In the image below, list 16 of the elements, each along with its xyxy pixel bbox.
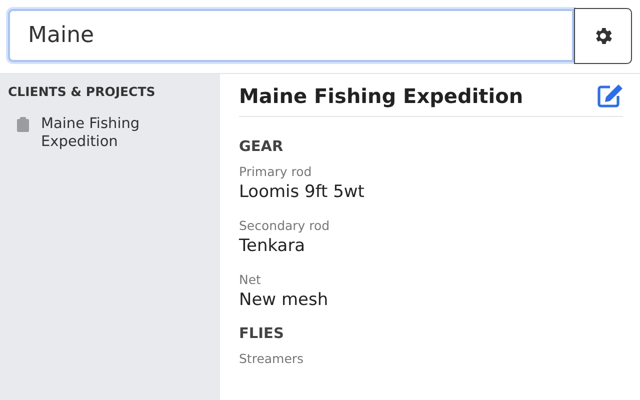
edit-icon[interactable] [597,84,623,108]
field-label: Streamers [239,351,305,366]
section-heading: FLIES [239,326,285,342]
sidebar-item[interactable]: Maine Fishing Expedition [41,115,212,151]
field-value: Tenkara [239,236,306,256]
search-field[interactable]: Maine [8,9,574,62]
field-value: Loomis 9ft 5wt [239,182,366,202]
field-label: Secondary rod [239,218,331,233]
clipboard-icon [17,117,29,132]
sidebar-heading: CLIENTS & PROJECTS [8,84,156,99]
field-label: Net [239,272,262,287]
field-value: New mesh [239,290,330,310]
section-heading: GEAR [239,139,284,155]
field-label: Primary rod [239,164,313,179]
project-title: Maine Fishing Expedition [239,84,524,108]
settings-button[interactable] [574,8,632,64]
